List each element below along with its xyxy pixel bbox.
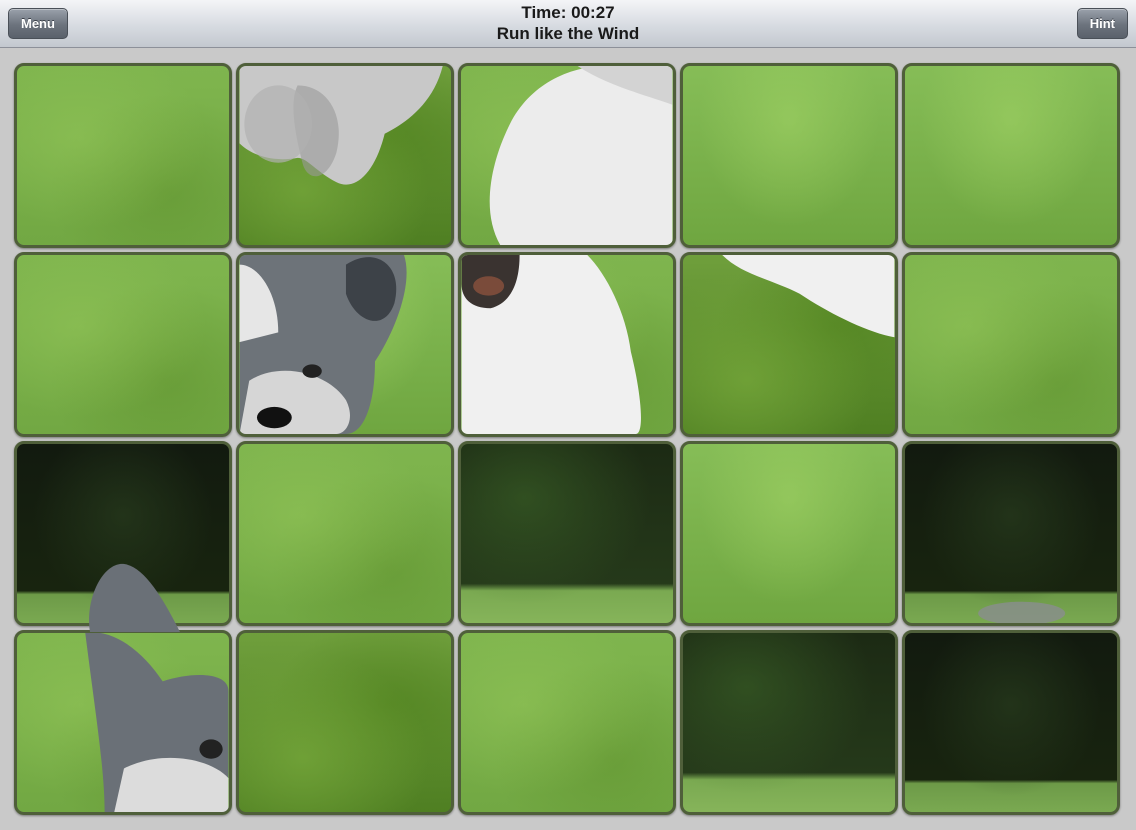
gray-dog-face-image [239, 255, 407, 434]
puzzle-board [14, 63, 1122, 816]
puzzle-tile-r4-c5[interactable] [902, 630, 1120, 815]
puzzle-tile-r4-c2[interactable] [236, 630, 454, 815]
dog-ear-tip-icon [89, 563, 180, 632]
menu-button[interactable]: Menu [8, 8, 68, 39]
puzzle-tile-r3-c2[interactable] [236, 441, 454, 626]
puzzle-tile-r1-c5[interactable] [902, 63, 1120, 248]
puzzle-tile-r2-c2[interactable] [236, 252, 454, 437]
puzzle-title: Run like the Wind [496, 24, 640, 43]
puzzle-tile-r1-c2[interactable] [236, 63, 454, 248]
title-block: Time: 00:27 Run like the Wind [300, 3, 836, 45]
puzzle-tile-r2-c5[interactable] [902, 252, 1120, 437]
puzzle-tile-r1-c1[interactable] [14, 63, 232, 248]
top-toolbar: Menu Time: 00:27 Run like the Wind Hint [0, 0, 1136, 48]
timer-label: Time: 00:27 [521, 3, 615, 22]
puzzle-tile-r2-c3[interactable] [458, 252, 676, 437]
puzzle-tile-r4-c1[interactable] [14, 630, 232, 815]
puzzle-tile-r4-c4[interactable] [680, 630, 898, 815]
white-dog-head-image [461, 255, 641, 434]
hint-button[interactable]: Hint [1076, 8, 1128, 39]
puzzle-tile-r3-c5[interactable] [902, 441, 1120, 626]
white-fur-image [722, 255, 895, 338]
fur-tip-image [978, 601, 1066, 623]
puzzle-tile-r3-c3[interactable] [458, 441, 676, 626]
puzzle-tile-r1-c3[interactable] [458, 63, 676, 248]
puzzle-tile-r1-c4[interactable] [680, 63, 898, 248]
gray-dog-ear-image [85, 633, 229, 812]
puzzle-tile-r2-c1[interactable] [14, 252, 232, 437]
dog-paws-image [239, 66, 443, 185]
white-dog-body-image [489, 66, 673, 245]
puzzle-tile-r4-c3[interactable] [458, 630, 676, 815]
puzzle-tile-r2-c4[interactable] [680, 252, 898, 437]
puzzle-tile-r3-c4[interactable] [680, 441, 898, 626]
